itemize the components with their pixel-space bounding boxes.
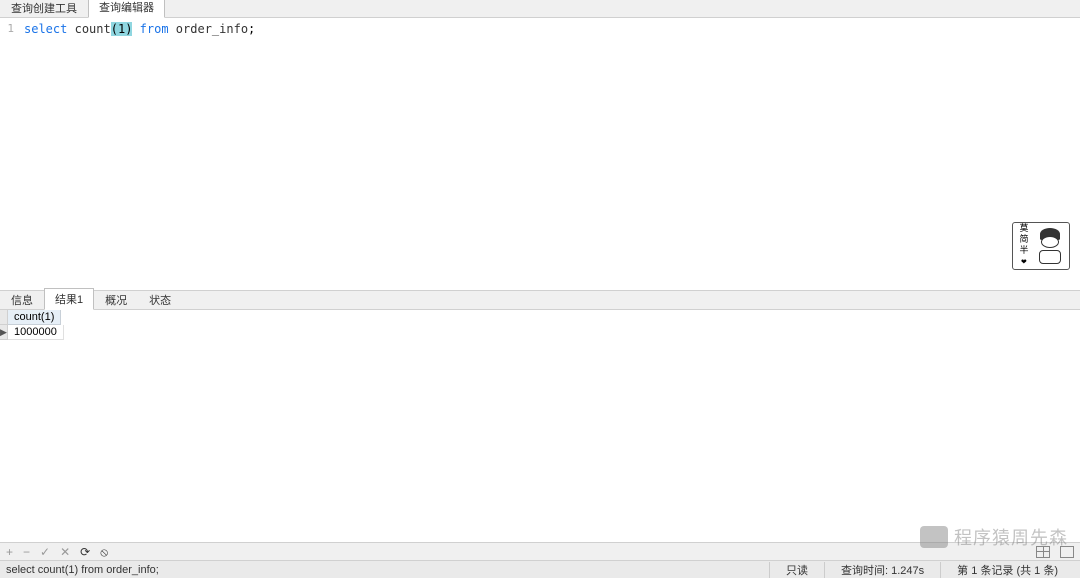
view-grid-icon[interactable] — [1036, 546, 1050, 558]
result-toolbar: + − ✓ ✕ ⟳ ⦸ — [0, 542, 1080, 560]
tab-summary[interactable]: 概况 — [94, 289, 138, 310]
grid-header-row: count(1) — [0, 310, 1080, 325]
result-tabs: 信息 结果1 概况 状态 — [0, 290, 1080, 310]
keyword-from: from — [140, 22, 169, 36]
column-header[interactable]: count(1) — [8, 310, 61, 325]
table-name: order_info — [176, 22, 248, 36]
sticker-text-3: 半 — [1015, 246, 1033, 257]
sticker-text-1: 莫 — [1015, 224, 1033, 235]
status-readonly: 只读 — [769, 562, 824, 578]
editor-gutter: 1 — [0, 18, 20, 290]
status-records: 第 1 条记录 (共 1 条) — [940, 562, 1074, 578]
keyword-select: select — [24, 22, 67, 36]
paren-close: ) — [125, 22, 132, 36]
editor-tabs: 查询创建工具 查询编辑器 — [0, 0, 1080, 18]
status-time: 查询时间: 1.247s — [824, 562, 940, 578]
add-row-button[interactable]: + — [6, 546, 13, 558]
table-row[interactable]: ▶ 1000000 — [0, 325, 1080, 340]
remove-row-button[interactable]: − — [23, 546, 30, 558]
view-form-icon[interactable] — [1060, 546, 1074, 558]
apply-button[interactable]: ✓ — [40, 546, 50, 558]
result-grid[interactable]: count(1) ▶ 1000000 — [0, 310, 1080, 542]
cancel-button[interactable]: ✕ — [60, 546, 70, 558]
stop-button[interactable]: ⦸ — [100, 546, 108, 558]
sticker-text-2: 简 — [1015, 235, 1033, 246]
refresh-button[interactable]: ⟳ — [80, 546, 90, 558]
sticker-heart: ❤ — [1015, 257, 1033, 268]
sql-editor[interactable]: 1 select count(1) from order_info; 莫 简 半… — [0, 18, 1080, 290]
tab-query-editor[interactable]: 查询编辑器 — [88, 0, 165, 18]
status-bar: select count(1) from order_info; 只读 查询时间… — [0, 560, 1080, 578]
tab-result1[interactable]: 结果1 — [44, 288, 94, 310]
paren-open: ( — [111, 22, 118, 36]
line-number: 1 — [0, 22, 14, 35]
row-indicator: ▶ — [0, 325, 8, 340]
sticker-figure — [1033, 228, 1067, 264]
tab-query-builder[interactable]: 查询创建工具 — [0, 0, 88, 18]
function-count: count — [75, 22, 111, 36]
status-query-text: select count(1) from order_info; — [6, 564, 769, 576]
tab-status[interactable]: 状态 — [138, 289, 182, 310]
grid-corner — [0, 310, 8, 325]
tab-info[interactable]: 信息 — [0, 289, 44, 310]
sticker: 莫 简 半 ❤ — [1012, 222, 1070, 270]
code-content[interactable]: select count(1) from order_info; — [20, 18, 1080, 290]
cell-value[interactable]: 1000000 — [8, 325, 64, 340]
terminator: ; — [248, 22, 255, 36]
